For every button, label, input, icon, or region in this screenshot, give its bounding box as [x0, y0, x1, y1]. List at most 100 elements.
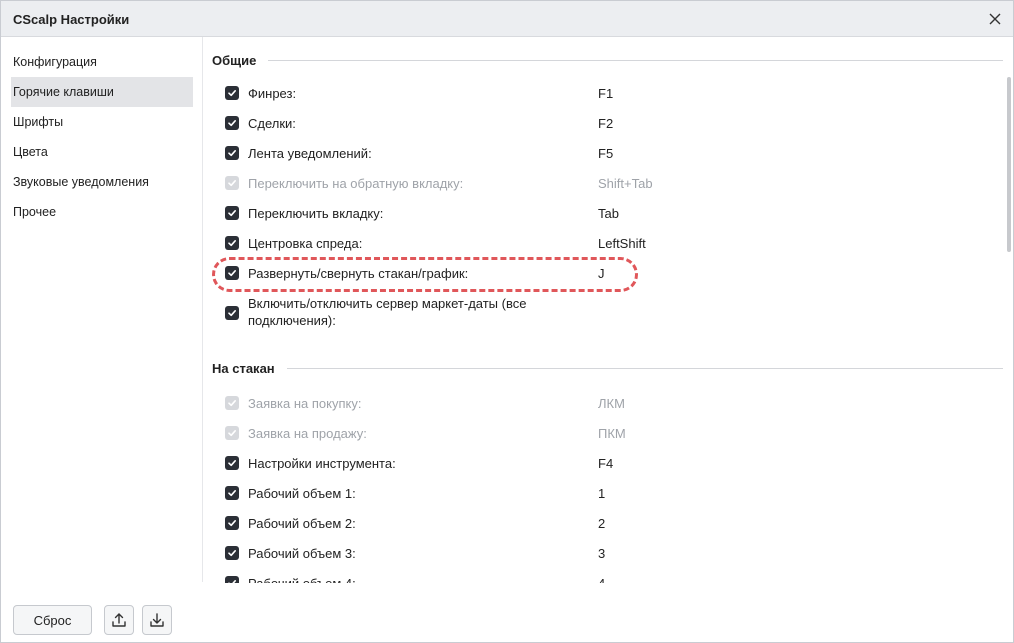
section-title: На стакан [212, 360, 275, 376]
hotkey-row: Рабочий объем 1: 1 [225, 483, 665, 505]
hotkey-value[interactable]: F5 [598, 145, 613, 162]
export-button[interactable] [104, 605, 134, 635]
hotkey-checkbox [225, 176, 239, 190]
check-icon [228, 550, 236, 557]
hotkey-label: Финрез: [248, 86, 297, 101]
hotkey-value[interactable]: Tab [598, 205, 619, 222]
hotkey-row: Настройки инструмента: F4 [225, 453, 665, 475]
check-icon [228, 490, 236, 497]
hotkey-value[interactable]: F2 [598, 115, 613, 132]
hotkey-row: Переключить на обратную вкладку: Shift+Ta… [225, 173, 665, 195]
hotkey-value: ПКМ [598, 426, 626, 441]
hotkey-label: Рабочий объем 2: [248, 516, 356, 531]
hotkey-row: Рабочий объем 2: 2 [225, 513, 665, 535]
hotkey-checkbox[interactable] [225, 486, 239, 500]
section-title: Общие [212, 52, 257, 68]
close-button[interactable] [983, 7, 1007, 31]
sidebar-item-label: Цвета [13, 145, 48, 159]
sidebar-item-label: Горячие клавиши [13, 85, 114, 99]
sidebar-item-configuration[interactable]: Конфигурация [11, 47, 193, 77]
hotkey-label: Переключить на обратную вкладку: [248, 176, 464, 191]
hotkey-checkbox[interactable] [225, 236, 239, 250]
hotkey-label: Сделки: [248, 116, 296, 131]
sidebar-item-fonts[interactable]: Шрифты [11, 107, 193, 137]
hotkey-value[interactable]: LeftShift [598, 235, 646, 252]
hotkey-checkbox [225, 426, 239, 440]
hotkey-row: Заявка на покупку: ЛКМ [225, 393, 665, 415]
hotkey-row: Лента уведомлений: F5 [225, 143, 665, 165]
hotkey-checkbox[interactable] [225, 516, 239, 530]
hotkey-checkbox[interactable] [225, 306, 239, 320]
window-title: CScalp Настройки [13, 12, 130, 27]
hotkey-label: Заявка на покупку: [248, 396, 362, 411]
settings-window: CScalp Настройки Конфигурация Горячие кл… [0, 0, 1014, 643]
hotkey-row: Переключить вкладку: Tab [225, 203, 665, 225]
hotkey-value[interactable]: 1 [598, 485, 605, 502]
hotkey-checkbox[interactable] [225, 146, 239, 160]
section-divider [268, 59, 1003, 61]
check-icon [228, 90, 236, 97]
sidebar-item-label: Звуковые уведомления [13, 175, 149, 189]
hotkey-value[interactable]: J [598, 265, 605, 282]
hotkey-label: Заявка на продажу: [248, 426, 367, 441]
reset-button-label: Сброс [33, 612, 72, 628]
scrollbar-thumb[interactable] [1007, 77, 1011, 252]
hotkey-checkbox[interactable] [225, 116, 239, 130]
sidebar-item-label: Конфигурация [13, 55, 97, 69]
hotkey-label: Лента уведомлений: [248, 146, 372, 161]
hotkey-checkbox[interactable] [225, 546, 239, 560]
hotkey-row: Рабочий объем 4: 4 [225, 573, 665, 583]
hotkey-checkbox[interactable] [225, 266, 239, 280]
sidebar-item-hotkeys[interactable]: Горячие клавиши [11, 77, 193, 107]
reset-button[interactable]: Сброс [13, 605, 92, 635]
hotkey-value[interactable]: F4 [598, 455, 613, 472]
hotkey-row: Центровка спреда: LeftShift [225, 233, 665, 255]
hotkey-row: Включить/отключить сервер маркет-даты (в… [225, 293, 665, 333]
hotkey-checkbox[interactable] [225, 206, 239, 220]
download-icon [150, 613, 164, 627]
hotkey-checkbox[interactable] [225, 86, 239, 100]
sidebar-item-other[interactable]: Прочее [11, 197, 193, 227]
hotkey-value: ЛКМ [598, 396, 625, 411]
hotkey-label: Переключить вкладку: [248, 206, 384, 221]
check-icon [228, 210, 236, 217]
check-icon [228, 120, 236, 127]
hotkey-value[interactable]: 2 [598, 515, 605, 532]
hotkey-checkbox[interactable] [225, 576, 239, 583]
sidebar-item-sound-notifications[interactable]: Звуковые уведомления [11, 167, 193, 197]
hotkey-checkbox[interactable] [225, 456, 239, 470]
hotkey-label: Рабочий объем 4: [248, 575, 356, 583]
hotkey-value: Shift+Tab [598, 176, 653, 191]
hotkey-value[interactable]: F1 [598, 85, 613, 102]
title-bar: CScalp Настройки [1, 1, 1013, 37]
vertical-scrollbar[interactable] [1005, 37, 1013, 583]
section-orderbook-header: На стакан [212, 358, 1003, 378]
hotkey-row: Сделки: F2 [225, 113, 665, 135]
close-icon [989, 13, 1001, 25]
check-icon [228, 430, 236, 437]
hotkey-label: Настройки инструмента: [248, 456, 396, 471]
hotkey-value[interactable]: 3 [598, 545, 605, 562]
hotkeys-panel: Общие Финрез: F1 Сделки: F2 Лента уведомле… [203, 37, 1003, 583]
hotkey-label: Развернуть/свернуть стакан/график: [248, 266, 469, 281]
check-icon [228, 310, 236, 317]
check-icon [228, 270, 236, 277]
hotkey-label: Рабочий объем 1: [248, 486, 356, 501]
check-icon [228, 580, 236, 583]
sidebar-item-label: Прочее [13, 205, 57, 219]
hotkey-label: Центровка спреда: [248, 236, 363, 251]
check-icon [228, 180, 236, 187]
section-divider [286, 367, 1003, 369]
hotkey-value[interactable]: 4 [598, 575, 605, 583]
check-icon [228, 460, 236, 467]
import-button[interactable] [142, 605, 172, 635]
sidebar-item-colors[interactable]: Цвета [11, 137, 193, 167]
settings-sidebar: Конфигурация Горячие клавиши Шрифты Цвет… [11, 47, 193, 227]
hotkey-row: Рабочий объем 3: 3 [225, 543, 665, 565]
hotkey-row: Развернуть/свернуть стакан/график: J [225, 263, 665, 285]
hotkey-row: Финрез: F1 [225, 83, 665, 105]
check-icon [228, 400, 236, 407]
check-icon [228, 520, 236, 527]
hotkey-row: Заявка на продажу: ПКМ [225, 423, 665, 445]
hotkey-label: Включить/отключить сервер маркет-даты (в… [248, 296, 527, 328]
